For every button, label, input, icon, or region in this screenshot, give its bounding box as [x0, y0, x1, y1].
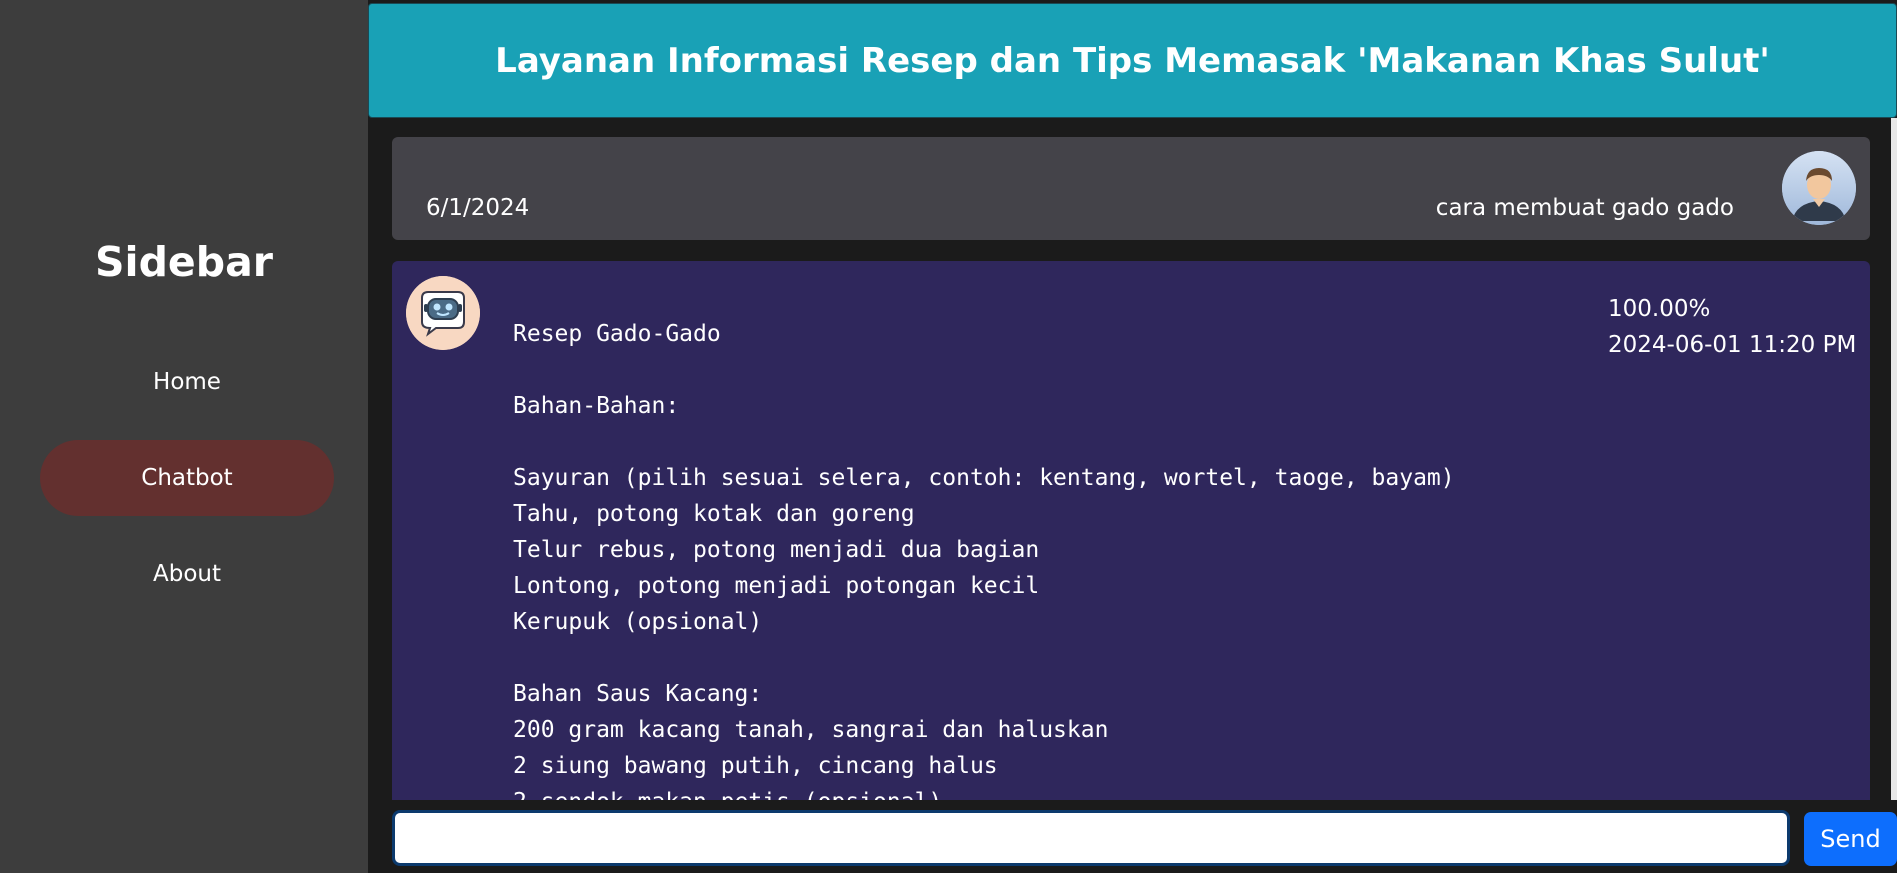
- user-message-text: cara membuat gado gado: [1435, 195, 1734, 221]
- bot-message-meta: 100.00% 2024-06-01 11:20 PM: [1608, 291, 1856, 363]
- input-bar: Send: [368, 800, 1897, 873]
- chat-messages[interactable]: 6/1/2024 cara membuat gado gado 100.00% …: [368, 118, 1891, 800]
- page-title: Layanan Informasi Resep dan Tips Memasak…: [495, 40, 1770, 81]
- user-avatar-icon: [1782, 151, 1856, 225]
- sidebar-item-home[interactable]: Home: [40, 344, 334, 420]
- bot-confidence: 100.00%: [1608, 296, 1711, 322]
- sidebar-item-about[interactable]: About: [40, 536, 334, 612]
- app-root: Sidebar Home Chatbot About Layanan Infor…: [0, 0, 1897, 873]
- chat-scrollbar[interactable]: [1891, 118, 1897, 800]
- robot-chat-icon: [406, 276, 480, 350]
- sidebar: Sidebar Home Chatbot About: [0, 0, 368, 873]
- bot-message: 100.00% 2024-06-01 11:20 PM Resep Gado-G…: [392, 261, 1870, 800]
- sidebar-title: Sidebar: [95, 238, 273, 286]
- bot-timestamp: 2024-06-01 11:20 PM: [1608, 332, 1857, 358]
- sidebar-item-chatbot[interactable]: Chatbot: [40, 440, 334, 516]
- send-button[interactable]: Send: [1804, 812, 1897, 866]
- main-content: Layanan Informasi Resep dan Tips Memasak…: [368, 0, 1897, 873]
- user-message: 6/1/2024 cara membuat gado gado: [392, 137, 1870, 240]
- bot-message-text: Resep Gado-Gado Bahan-Bahan: Sayuran (pi…: [513, 321, 1455, 800]
- page-header: Layanan Informasi Resep dan Tips Memasak…: [368, 3, 1897, 118]
- user-message-date: 6/1/2024: [426, 195, 530, 221]
- chat-input[interactable]: [392, 810, 1790, 866]
